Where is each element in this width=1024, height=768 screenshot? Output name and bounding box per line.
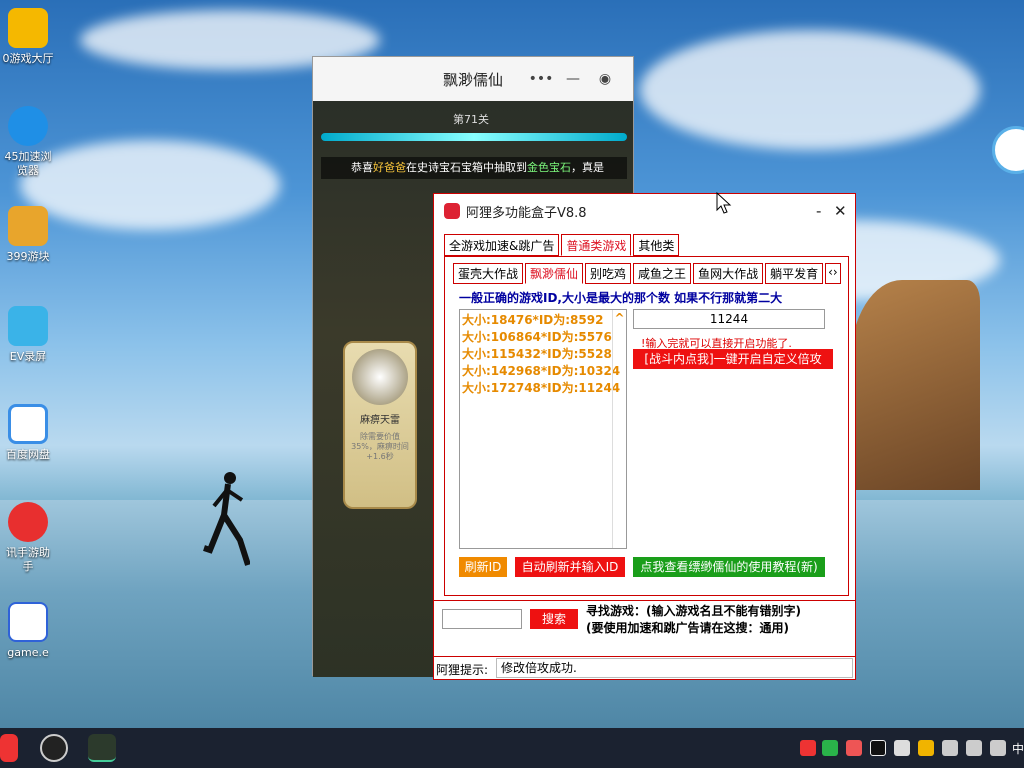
tool-window: 阿狸多功能盒子V8.8 - ✕ 全游戏加速&跳广告 普通类游戏 其他类 蛋壳大作… (433, 193, 856, 680)
shield-tray-icon[interactable] (918, 740, 934, 756)
keyboard-icon[interactable] (990, 740, 1006, 756)
minimize-icon[interactable]: - (816, 202, 821, 220)
close-target-icon[interactable]: ◉ (589, 71, 621, 87)
sky-cloud (20, 140, 280, 230)
fox-logo-icon (444, 203, 460, 219)
taskbar-app-icon[interactable] (40, 734, 68, 762)
game-panel: 蛋壳大作战 飘渺儒仙 别吃鸡 咸鱼之王 鱼网大作战 躺平发育 ‹› 一般正确的游… (444, 256, 849, 596)
tab-scroll-arrows-icon[interactable]: ‹› (825, 263, 841, 284)
close-icon[interactable]: ✕ (834, 202, 847, 220)
id-list[interactable]: 大小:18476*ID为:8592 大小:106864*ID为:5576 大小:… (459, 309, 627, 549)
network-icon[interactable] (966, 740, 982, 756)
skill-description: 除需要价值 35%，麻痹时间 +1.6秒 (351, 432, 409, 461)
game-titlebar: 飘渺儒仙 ••• — ◉ (313, 57, 633, 101)
skill-name: 麻痹天雷 (360, 415, 400, 426)
taskbar: 中 (0, 728, 1024, 768)
game-title: 飘渺儒仙 (443, 71, 504, 89)
taskbar-app-icon[interactable] (0, 734, 18, 762)
list-item[interactable]: 大小:115432*ID为:5528 (462, 346, 624, 363)
tool-titlebar: 阿狸多功能盒子V8.8 - ✕ (434, 194, 855, 228)
category-tabs: 全游戏加速&跳广告 普通类游戏 其他类 (444, 234, 681, 256)
list-item[interactable]: 大小:172748*ID为:11244 (462, 380, 624, 397)
security-tray-icon[interactable] (800, 740, 816, 756)
skill-card[interactable]: 麻痹天雷 除需要价值 35%，麻痹时间 +1.6秒 (343, 341, 417, 509)
app-tray-icon[interactable] (894, 740, 910, 756)
tab-game-danke[interactable]: 蛋壳大作战 (453, 263, 524, 284)
skill-orb-icon (352, 349, 408, 405)
ime-indicator[interactable]: 中 (1012, 740, 1024, 757)
taskbar-game-icon[interactable] (88, 734, 116, 762)
more-icon[interactable]: ••• (525, 71, 557, 87)
browser-icon (8, 106, 48, 146)
status-message: 修改倍攻成功. (496, 658, 853, 678)
minimize-icon[interactable]: — (557, 71, 589, 87)
game-hall-icon (8, 8, 48, 48)
qq-tray-icon[interactable] (870, 740, 886, 756)
tab-global-accelerate[interactable]: 全游戏加速&跳广告 (444, 234, 560, 256)
game-assistant-icon (8, 502, 48, 542)
list-item[interactable]: 大小:142968*ID为:10324 (462, 363, 624, 380)
stage-progress-bar (321, 133, 627, 141)
desktop-icon-399[interactable]: 399游块 (0, 206, 56, 264)
ev-recorder-icon (8, 306, 48, 346)
tab-game-tangping[interactable]: 躺平发育 (765, 263, 824, 284)
desktop-icon-ev-recorder[interactable]: EV录屏 (0, 306, 56, 364)
floating-widget-icon[interactable] (992, 126, 1024, 174)
tab-others[interactable]: 其他类 (633, 234, 680, 256)
tab-game-bie-chi-ji[interactable]: 别吃鸡 (585, 263, 632, 284)
runner-silhouette (203, 472, 250, 566)
desktop-icon-browser[interactable]: 45加速浏 览器 (0, 106, 56, 178)
system-notice: 恭喜好爸爸在史诗宝石宝箱中抽取到金色宝石，真是 (321, 157, 627, 179)
desktop-icon-baidu-pan[interactable]: 百度网盘 (0, 404, 56, 462)
baidu-pan-icon (8, 404, 48, 444)
cliff (850, 280, 980, 490)
desktop-icon-game-e[interactable]: game.e (0, 602, 56, 660)
tab-normal-games[interactable]: 普通类游戏 (561, 234, 632, 256)
tab-game-xianyu[interactable]: 咸鱼之王 (633, 263, 692, 284)
enable-multiplier-button[interactable]: [战斗内点我]一键开启自定义倍攻 (633, 349, 833, 369)
search-button[interactable]: 搜索 (530, 609, 578, 629)
list-item[interactable]: 大小:18476*ID为:8592 (462, 312, 624, 329)
list-item[interactable]: 大小:106864*ID为:5576 (462, 329, 624, 346)
id-hint: 一般正确的游戏ID,大小是最大的那个数 如果不行那就第二大 (459, 291, 783, 305)
desktop-icon-game-hall[interactable]: 0游戏大厅 (0, 8, 56, 66)
game-e-icon (8, 602, 48, 642)
desktop-icon-game-assistant[interactable]: 讯手游助 手 (0, 502, 56, 574)
mouse-cursor-icon (716, 192, 732, 214)
wechat-tray-icon[interactable] (822, 740, 838, 756)
refresh-id-button[interactable]: 刷新ID (459, 557, 507, 577)
status-bar: 阿狸提示: 修改倍攻成功. (434, 656, 855, 680)
volume-icon[interactable] (942, 740, 958, 756)
game-tabs: 蛋壳大作战 飘渺儒仙 别吃鸡 咸鱼之王 鱼网大作战 躺平发育 ‹› (453, 263, 843, 284)
game-399-icon (8, 206, 48, 246)
tab-game-piaomiao[interactable]: 飘渺儒仙 (525, 263, 584, 284)
list-scrollbar[interactable]: ^ (612, 310, 626, 548)
auto-refresh-button[interactable]: 自动刷新并输入ID (515, 557, 625, 577)
stage-label: 第71关 (453, 113, 489, 126)
search-bar: 搜索 寻找游戏：(输入游戏名且不能有错别字) (要使用加速和跳广告请在这搜：通用… (434, 600, 855, 640)
tutorial-button[interactable]: 点我查看缥缈儒仙的使用教程(新) (633, 557, 825, 577)
search-input[interactable] (442, 609, 522, 629)
tab-game-yuwang[interactable]: 鱼网大作战 (693, 263, 764, 284)
sky-cloud (640, 30, 980, 150)
app-tray-icon[interactable] (846, 740, 862, 756)
tool-title: 阿狸多功能盒子V8.8 (466, 205, 587, 221)
status-label: 阿狸提示: (436, 663, 489, 677)
id-input[interactable]: 11244 (633, 309, 825, 329)
search-hint: 寻找游戏：(输入游戏名且不能有错别字) (要使用加速和跳广告请在这搜：通用) (586, 604, 801, 635)
